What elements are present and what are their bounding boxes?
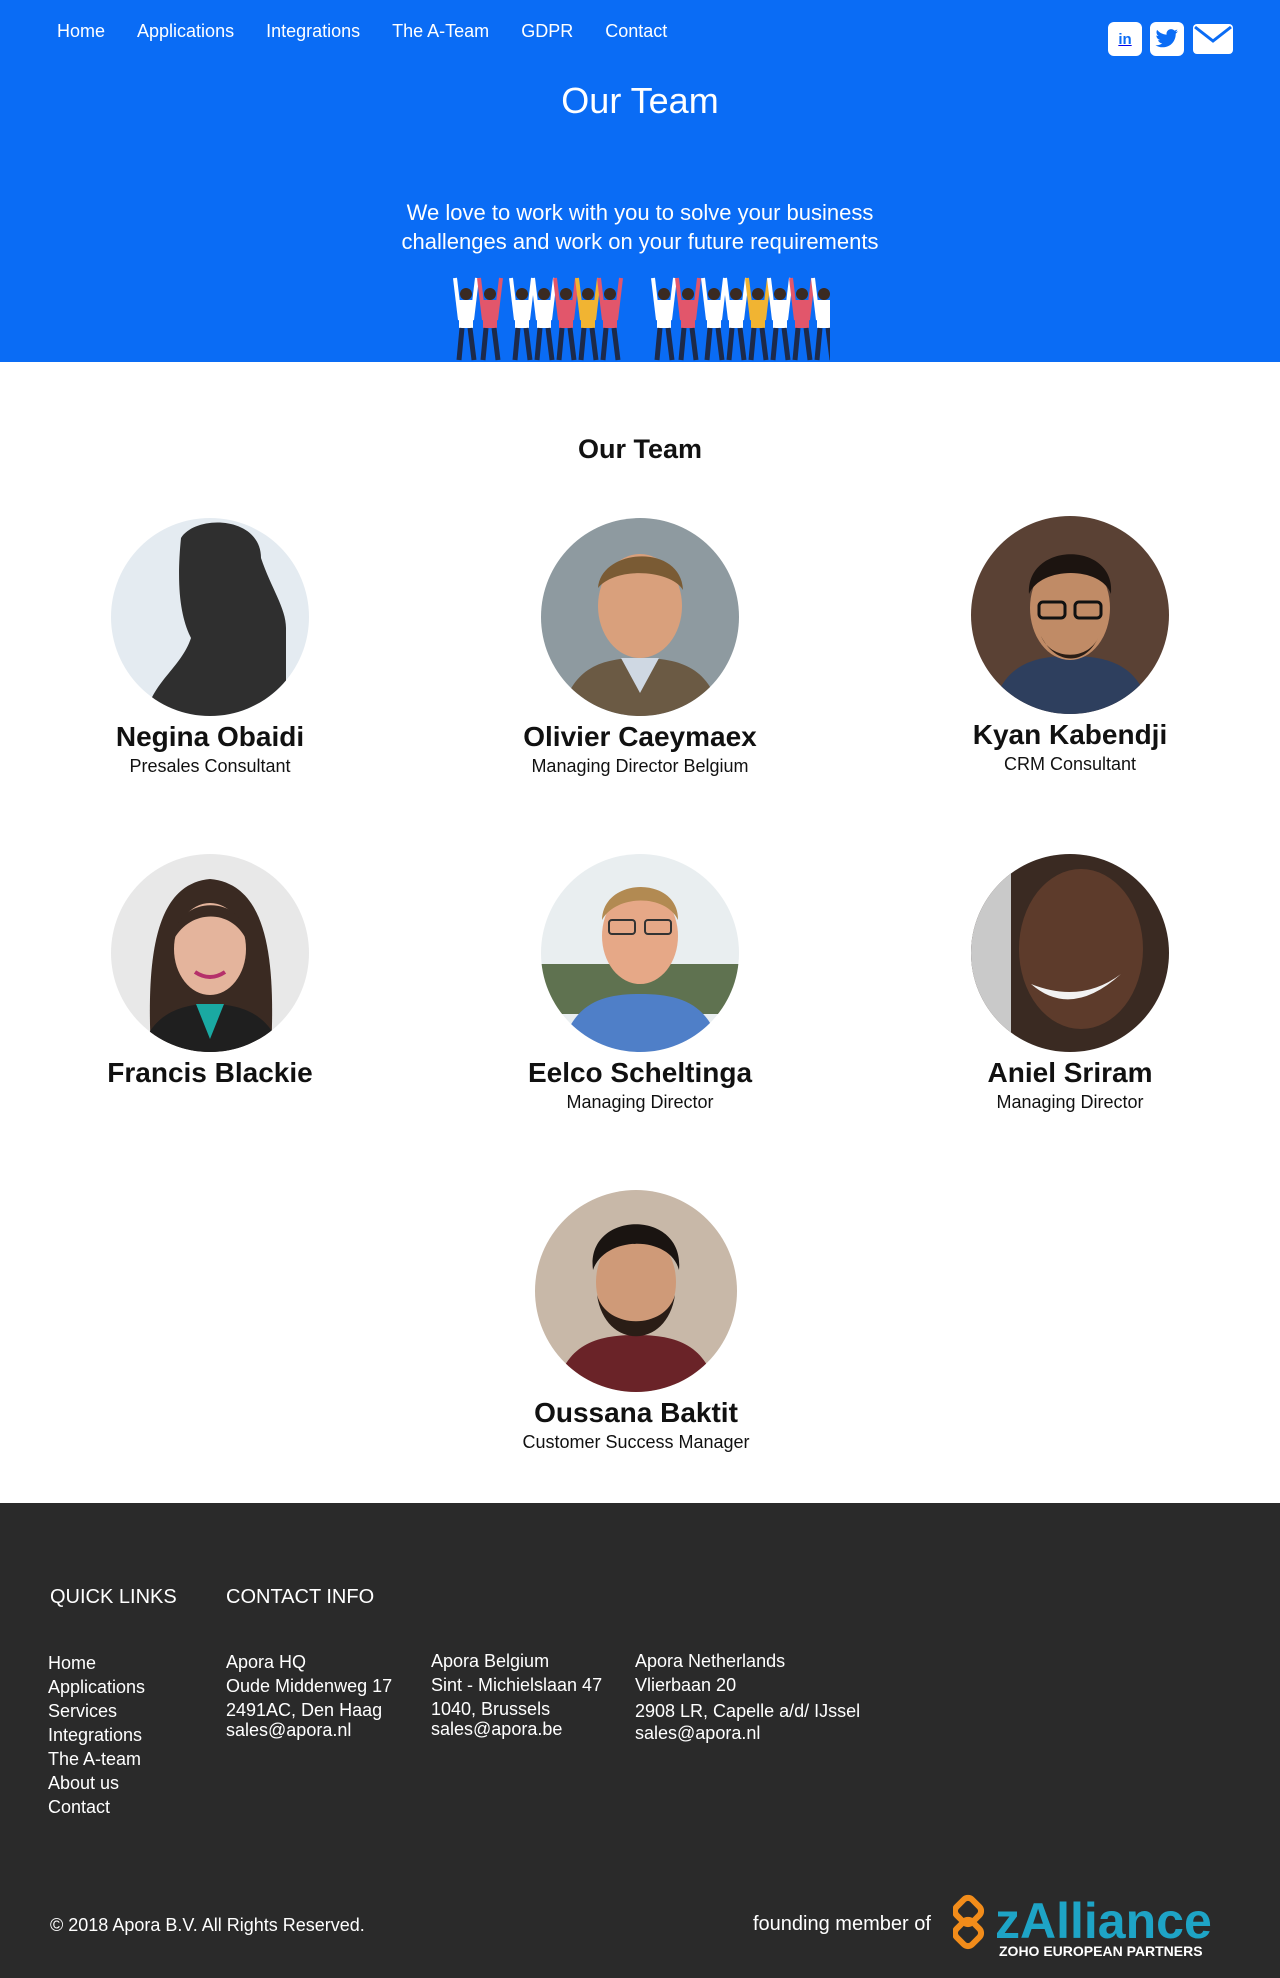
- avatar: [971, 516, 1169, 714]
- office-street: Vlierbaan 20: [635, 1675, 737, 1695]
- office-hq: Apora HQ Oude Middenweg 17 2491AC, Den H…: [226, 1650, 392, 1742]
- nav-applications[interactable]: Applications: [137, 20, 234, 42]
- crowd-person: [477, 277, 503, 361]
- crowd-person: [789, 277, 815, 361]
- hero-subtitle-line1: We love to work with you to solve your b…: [406, 200, 874, 225]
- avatar: [111, 854, 309, 1052]
- office-belgium: Apora Belgium Sint - Michielslaan 47 104…: [431, 1649, 602, 1741]
- team-member-card: Francis Blackie: [10, 854, 410, 1090]
- nav-the-a-team[interactable]: The A-Team: [392, 20, 489, 42]
- crowd-person: [453, 277, 479, 361]
- founding-member-text: founding member of: [753, 1913, 931, 1935]
- hero-title: Our Team: [561, 80, 719, 121]
- crowd-person: [675, 277, 701, 361]
- footer-link-contact[interactable]: Contact: [48, 1795, 145, 1819]
- team-member-card: Aniel Sriram Managing Director: [870, 854, 1270, 1114]
- logo-word: zAlliance: [995, 1893, 1212, 1949]
- main-nav: Home Applications Integrations The A-Tea…: [57, 20, 699, 42]
- mail-icon[interactable]: [1192, 22, 1234, 56]
- avatar: [971, 854, 1169, 1052]
- logo-tagline: ZOHO EUROPEAN PARTNERS: [999, 1943, 1203, 1959]
- member-name: Eelco Scheltinga: [527, 1057, 753, 1088]
- office-name: Apora Belgium: [431, 1651, 550, 1671]
- member-name: Kyan Kabendji: [972, 719, 1168, 750]
- crowd-person: [575, 277, 601, 361]
- hero-banner: Home Applications Integrations The A-Tea…: [0, 0, 1280, 362]
- nav-integrations[interactable]: Integrations: [266, 20, 360, 42]
- footer-link-services[interactable]: Services: [48, 1699, 145, 1723]
- nav-contact[interactable]: Contact: [605, 20, 667, 42]
- footer-link-the-a-team[interactable]: The A-team: [48, 1747, 145, 1771]
- team-member-card: Olivier Caeymaex Managing Director Belgi…: [440, 518, 840, 778]
- team-section-title: Our Team: [577, 434, 703, 464]
- member-role: Managing Director Belgium: [531, 756, 749, 776]
- team-member-card: Kyan Kabendji CRM Consultant: [870, 516, 1270, 776]
- member-name: Negina Obaidi: [115, 721, 305, 752]
- office-email-link[interactable]: sales@apora.nl: [635, 1721, 860, 1745]
- member-name: Francis Blackie: [107, 1057, 313, 1088]
- office-name: Apora HQ: [226, 1652, 307, 1672]
- member-role: Presales Consultant: [129, 756, 291, 776]
- avatar: [541, 854, 739, 1052]
- hero-subtitle-line2: challenges and work on your future requi…: [401, 229, 879, 254]
- team-member-card: Eelco Scheltinga Managing Director: [440, 854, 840, 1114]
- member-role: CRM Consultant: [1003, 754, 1137, 774]
- crowd-person: [745, 277, 771, 361]
- crowd-person: [767, 277, 793, 361]
- copyright-text: © 2018 Apora B.V. All Rights Reserved.: [50, 1915, 365, 1935]
- crowd-person: [531, 277, 557, 361]
- social-links: in: [1108, 22, 1234, 56]
- footer-link-integrations[interactable]: Integrations: [48, 1723, 145, 1747]
- footer: QUICK LINKS CONTACT INFO Home Applicatio…: [0, 1503, 1280, 1978]
- avatar: [535, 1190, 737, 1392]
- linkedin-icon[interactable]: in: [1108, 22, 1142, 56]
- team-member-card: Negina Obaidi Presales Consultant: [10, 518, 410, 778]
- office-street: Sint - Michielslaan 47: [431, 1675, 603, 1695]
- crowd-person: [509, 277, 535, 361]
- footer-link-about-us[interactable]: About us: [48, 1771, 145, 1795]
- office-city: 2908 LR, Capelle a/d/ IJssel: [635, 1701, 861, 1721]
- crowd-person: [701, 277, 727, 361]
- nav-gdpr[interactable]: GDPR: [521, 20, 573, 42]
- crowd-person: [651, 277, 677, 361]
- crowd-person: [597, 277, 623, 361]
- linkedin-label: in: [1118, 30, 1132, 48]
- office-street: Oude Middenweg 17: [226, 1676, 393, 1696]
- member-name: Olivier Caeymaex: [523, 721, 757, 752]
- office-netherlands: Apora Netherlands Vlierbaan 20 2908 LR, …: [635, 1649, 860, 1745]
- office-email-link[interactable]: sales@apora.be: [431, 1717, 602, 1741]
- member-role: Customer Success Manager: [522, 1432, 750, 1452]
- avatar: [541, 518, 739, 716]
- zalliance-logo[interactable]: zAlliance ZOHO EUROPEAN PARTNERS: [953, 1888, 1233, 1960]
- team-illustration: [453, 277, 830, 361]
- team-member-card: Oussana Baktit Customer Success Manager: [436, 1190, 836, 1454]
- zalliance-mark-icon: [953, 1894, 985, 1950]
- crowd-person: [553, 277, 579, 361]
- crowd-person: [723, 277, 749, 361]
- twitter-icon[interactable]: [1150, 22, 1184, 56]
- member-name: Oussana Baktit: [534, 1397, 738, 1428]
- nav-home[interactable]: Home: [57, 20, 105, 42]
- footer-link-home[interactable]: Home: [48, 1651, 145, 1675]
- member-role: Managing Director: [566, 1092, 714, 1112]
- quick-links-title: QUICK LINKS: [50, 1586, 177, 1608]
- contact-info-title: CONTACT INFO: [226, 1586, 375, 1608]
- member-role: Managing Director: [996, 1092, 1144, 1112]
- footer-link-applications[interactable]: Applications: [48, 1675, 145, 1699]
- quick-links-list: Home Applications Services Integrations …: [48, 1651, 145, 1819]
- avatar: [111, 518, 309, 716]
- office-name: Apora Netherlands: [635, 1651, 786, 1671]
- hero-subtitle: We love to work with you to solve your b…: [0, 198, 1280, 256]
- member-name: Aniel Sriram: [987, 1057, 1153, 1088]
- crowd-person: [811, 277, 830, 361]
